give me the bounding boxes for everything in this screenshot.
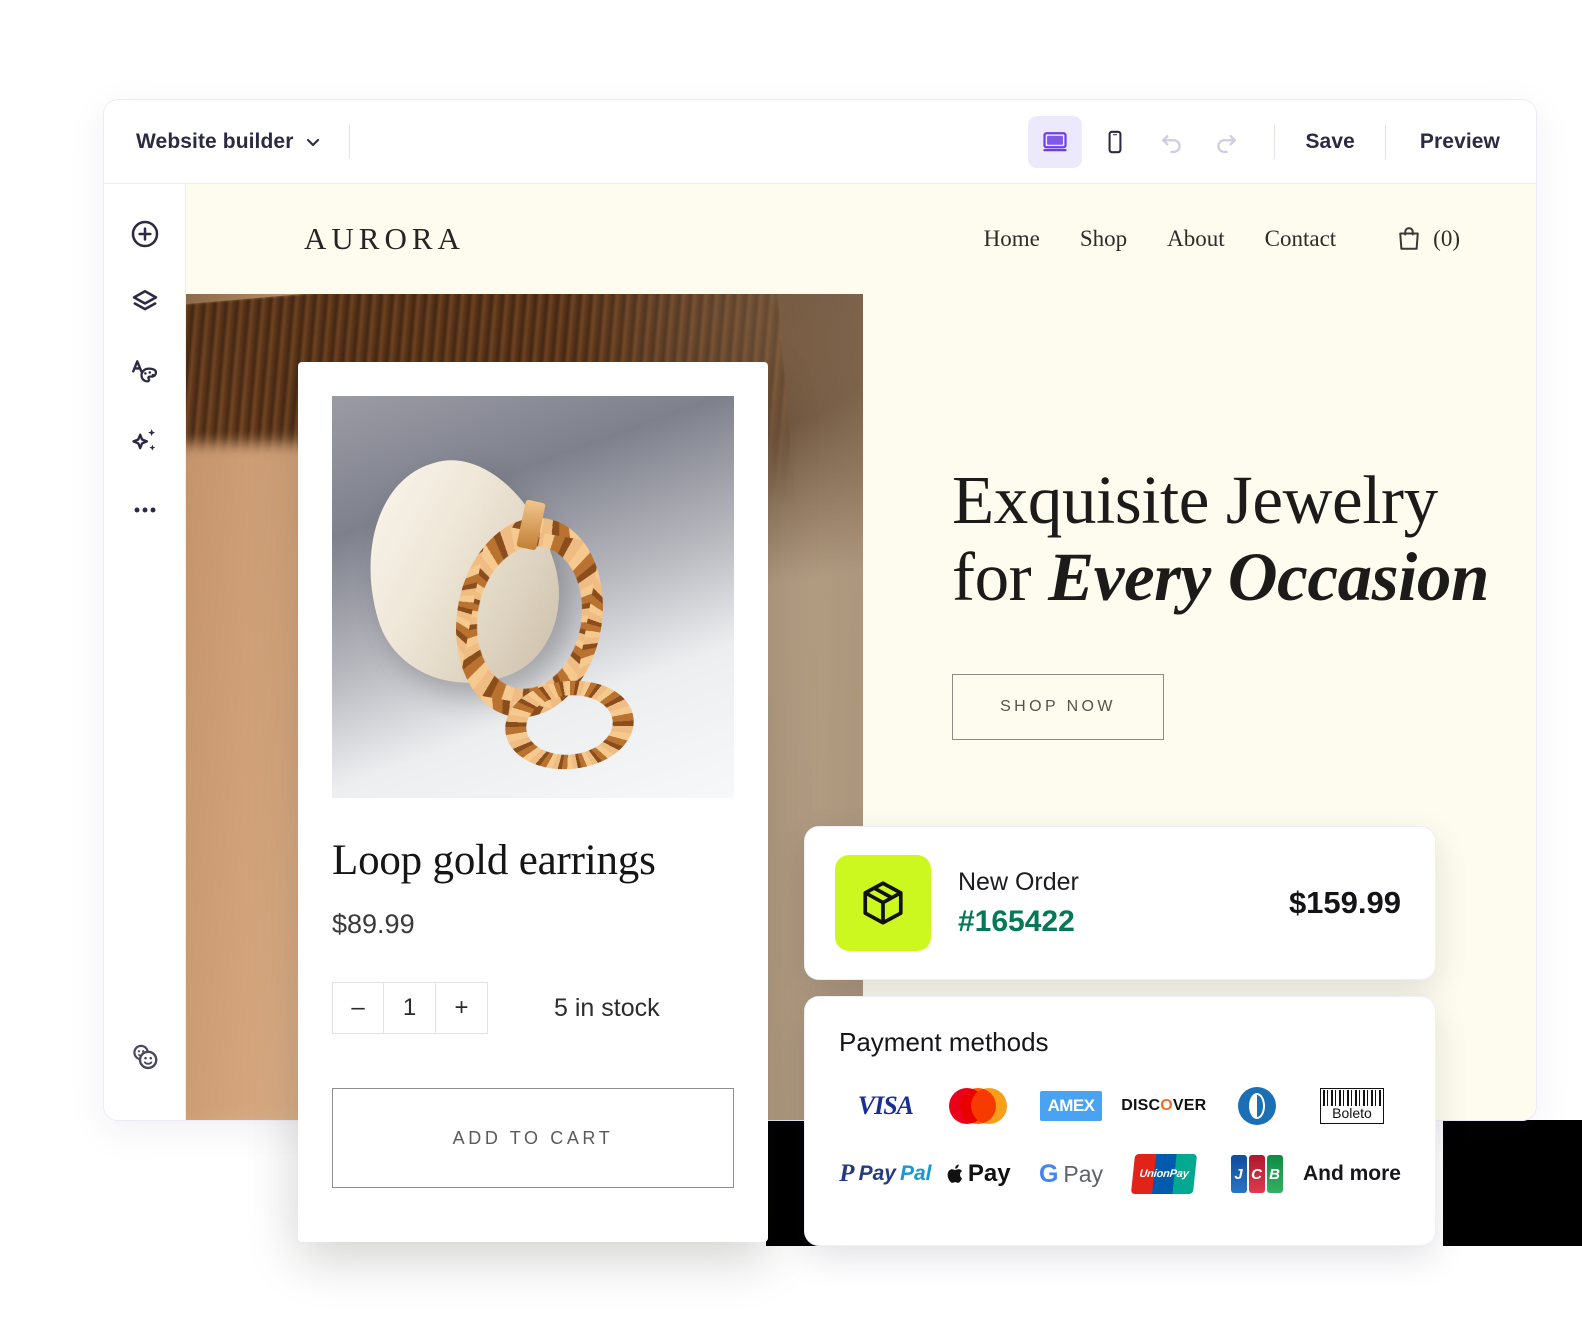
and-more-label: And more (1302, 1162, 1401, 1185)
hero-text-block: Exquisite Jewelry for Every Occasion SHO… (952, 462, 1536, 740)
payment-paypal: P Pay Pal (839, 1152, 931, 1196)
order-texts: New Order #165422 (958, 868, 1079, 939)
discover-logo: DISCOVER (1121, 1097, 1207, 1114)
payment-discover: DISCOVER (1121, 1084, 1206, 1128)
payment-apple-pay: Pay (946, 1152, 1011, 1196)
google-pay-logo: G Pay (1038, 1159, 1104, 1188)
builder-left-rail (104, 184, 186, 1120)
mobile-phone-icon (1109, 130, 1122, 153)
chevron-down-icon (305, 134, 321, 150)
nav-item-home[interactable]: Home (984, 226, 1040, 252)
two-faces-icon (133, 1044, 158, 1070)
paypal-logo: P Pay Pal (839, 1160, 932, 1187)
new-order-card[interactable]: New Order #165422 $159.99 (805, 827, 1435, 979)
save-button[interactable]: Save (1299, 130, 1360, 154)
boleto-barcode (1322, 1090, 1381, 1107)
sparkles-icon (131, 429, 155, 451)
payment-boleto: Boleto (1319, 1084, 1384, 1128)
product-card: Loop gold earrings $89.99 – 1 + 5 in sto… (298, 362, 768, 1242)
diners-club-logo (1237, 1087, 1276, 1125)
payment-jcb: JCB (1230, 1152, 1283, 1196)
product-price: $89.99 (332, 909, 415, 939)
cart-count: (0) (1433, 226, 1460, 251)
topbar-separator-2 (1384, 124, 1386, 159)
redo-arrow-icon (1217, 134, 1237, 153)
boleto-label: Boleto (1332, 1105, 1372, 1122)
nav-item-shop[interactable]: Shop (1080, 226, 1127, 252)
payment-methods-card: Payment methods VISA AMEX DISCOVER Bolet… (805, 997, 1435, 1245)
undo-button[interactable] (1148, 118, 1196, 166)
package-box-icon (863, 881, 903, 925)
sidebar-item-theme[interactable] (117, 344, 173, 400)
topbar-separator (1274, 124, 1276, 159)
apple-pay-logo: Pay (946, 1160, 1011, 1188)
payment-methods-title: Payment methods (839, 1027, 1049, 1057)
shop-now-button[interactable]: SHOP NOW (952, 673, 1164, 740)
order-label: New Order (958, 867, 1079, 896)
viewport-desktop-button[interactable] (1028, 115, 1083, 168)
topbar-divider (349, 124, 351, 159)
payment-diners-club (1237, 1084, 1276, 1128)
hero-heading-line2-plain: for (952, 539, 1049, 616)
add-to-cart-button[interactable]: ADD TO CART (332, 1088, 734, 1188)
circle-plus-icon (131, 220, 158, 248)
order-amount: $159.99 (1288, 885, 1401, 920)
stock-status: 5 in stock (554, 993, 660, 1022)
payment-visa: VISA (857, 1084, 914, 1128)
text-palette-icon (131, 360, 157, 383)
undo-arrow-icon (1162, 134, 1182, 153)
quantity-increment-button[interactable]: + (436, 982, 488, 1034)
cart-button[interactable]: (0) (1394, 224, 1460, 254)
desktop-monitor-icon (1043, 131, 1068, 151)
viewport-mobile-button[interactable] (1088, 116, 1142, 168)
topbar-actions: Save Preview (1028, 115, 1506, 168)
visa-logo: VISA (857, 1091, 914, 1120)
product-title: Loop gold earrings (332, 837, 656, 884)
builder-topbar: Website builder Save Preview (104, 100, 1536, 184)
quantity-value[interactable]: 1 (384, 982, 436, 1034)
boleto-logo: Boleto (1319, 1088, 1384, 1124)
website-builder-menu[interactable]: Website builder (136, 130, 321, 154)
payment-mastercard (949, 1084, 1008, 1128)
jcb-logo: JCB (1230, 1155, 1283, 1193)
payment-amex: AMEX (1039, 1084, 1103, 1128)
quantity-row: – 1 + 5 in stock (332, 982, 734, 1034)
shopping-bag-icon (1399, 227, 1419, 250)
layers-icon (132, 290, 157, 311)
payment-and-more[interactable]: And more (1303, 1152, 1401, 1196)
ellipsis-icon (134, 507, 155, 513)
site-header: AURORA Home Shop About Contact (0) (186, 184, 1536, 294)
sidebar-item-add[interactable] (117, 206, 173, 262)
order-icon-badge (835, 855, 931, 951)
product-photo (332, 396, 734, 798)
payment-google-pay: G Pay (1039, 1152, 1103, 1196)
preview-button[interactable]: Preview (1414, 130, 1506, 154)
sidebar-item-layers[interactable] (117, 275, 173, 331)
sidebar-item-more[interactable] (117, 482, 173, 538)
hero-heading-line1: Exquisite Jewelry (952, 462, 1438, 538)
quantity-decrement-button[interactable]: – (332, 982, 384, 1034)
redo-button[interactable] (1202, 118, 1250, 166)
sidebar-item-collaborators[interactable] (117, 1029, 173, 1085)
nav-item-contact[interactable]: Contact (1265, 226, 1337, 252)
mastercard-logo (949, 1088, 1008, 1124)
unionpay-logo: UnionPay (1130, 1154, 1197, 1194)
sidebar-item-ai[interactable] (117, 413, 173, 469)
payment-unionpay: UnionPay (1130, 1152, 1197, 1196)
quantity-stepper: – 1 + (332, 982, 488, 1034)
decor-black-block-right (1443, 1120, 1582, 1246)
payment-methods-grid: VISA AMEX DISCOVER Boleto P Pay Pal Pay … (839, 1084, 1401, 1196)
hero-heading: Exquisite Jewelry for Every Occasion (952, 462, 1536, 617)
apple-icon (947, 1164, 962, 1183)
site-nav: Home Shop About Contact (0) (984, 224, 1460, 254)
website-builder-menu-label: Website builder (136, 129, 294, 153)
nav-item-about[interactable]: About (1167, 226, 1225, 252)
order-id[interactable]: #165422 (958, 905, 1079, 939)
amex-logo: AMEX (1039, 1091, 1103, 1121)
site-logo[interactable]: AURORA (304, 221, 465, 257)
hero-heading-line2-emphasis: Every Occasion (1048, 539, 1489, 616)
